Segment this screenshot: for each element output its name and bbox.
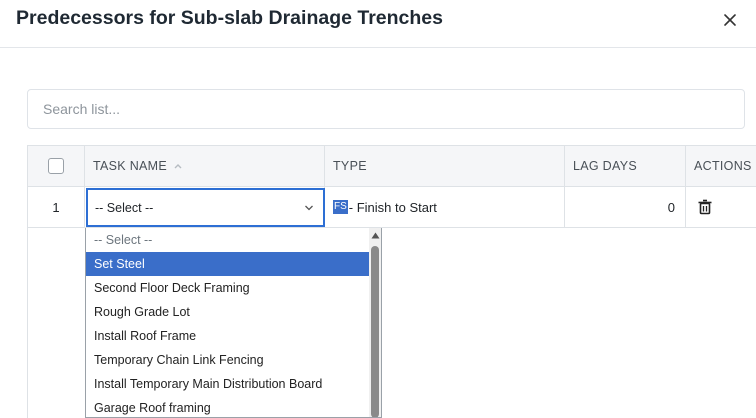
select-all-checkbox[interactable] (48, 158, 64, 174)
column-header-task-name-label: TASK NAME (93, 159, 168, 173)
column-header-actions-label: ACTIONS (694, 159, 752, 173)
trash-icon[interactable] (697, 199, 713, 215)
dropdown-option[interactable]: Garage Roof framing (86, 396, 369, 417)
scroll-up-arrow-icon[interactable] (371, 232, 380, 239)
dropdown-option-selected[interactable]: Set Steel (86, 252, 369, 276)
dropdown-option[interactable]: -- Select -- (86, 228, 369, 252)
close-icon (724, 14, 736, 26)
dropdown-option[interactable]: Second Floor Deck Framing (86, 276, 369, 300)
dropdown-scrollbar[interactable] (369, 228, 381, 417)
header-select-cell (28, 146, 85, 186)
row-number-cell: 1 (28, 187, 85, 227)
column-header-task-name[interactable]: TASK NAME (85, 146, 325, 186)
row-number: 1 (52, 199, 60, 215)
modal-title: Predecessors for Sub-slab Drainage Trenc… (16, 7, 444, 29)
column-header-lag-days[interactable]: LAG DAYS (565, 146, 686, 186)
dropdown-option[interactable]: Install Temporary Main Distribution Boar… (86, 372, 369, 396)
task-name-select[interactable]: -- Select -- (86, 188, 325, 227)
column-header-lag-days-label: LAG DAYS (573, 159, 637, 173)
sort-up-icon (174, 164, 182, 169)
lag-days-value: 0 (667, 199, 675, 215)
column-header-type[interactable]: TYPE (325, 146, 565, 186)
task-name-dropdown: -- Select -- Set Steel Second Floor Deck… (85, 228, 382, 418)
type-cell[interactable]: FS - Finish to Start (325, 187, 565, 227)
column-header-type-label: TYPE (333, 159, 367, 173)
close-button[interactable] (720, 10, 740, 30)
dropdown-option[interactable]: Temporary Chain Link Fencing (86, 348, 369, 372)
search-input[interactable] (27, 89, 745, 129)
chevron-down-icon (305, 205, 313, 211)
lag-days-cell[interactable]: 0 (565, 187, 686, 227)
actions-cell (686, 187, 756, 227)
column-header-actions: ACTIONS (686, 146, 756, 186)
task-name-select-value: -- Select -- (95, 200, 154, 215)
modal-header: Predecessors for Sub-slab Drainage Trenc… (0, 0, 756, 48)
dropdown-scrollbar-thumb[interactable] (371, 246, 379, 417)
table-header: TASK NAME TYPE LAG DAYS ACTIONS (28, 146, 756, 187)
type-badge: FS (333, 200, 348, 214)
dropdown-option[interactable]: Rough Grade Lot (86, 300, 369, 324)
type-label: - Finish to Start (348, 199, 437, 215)
dropdown-option[interactable]: Install Roof Frame (86, 324, 369, 348)
